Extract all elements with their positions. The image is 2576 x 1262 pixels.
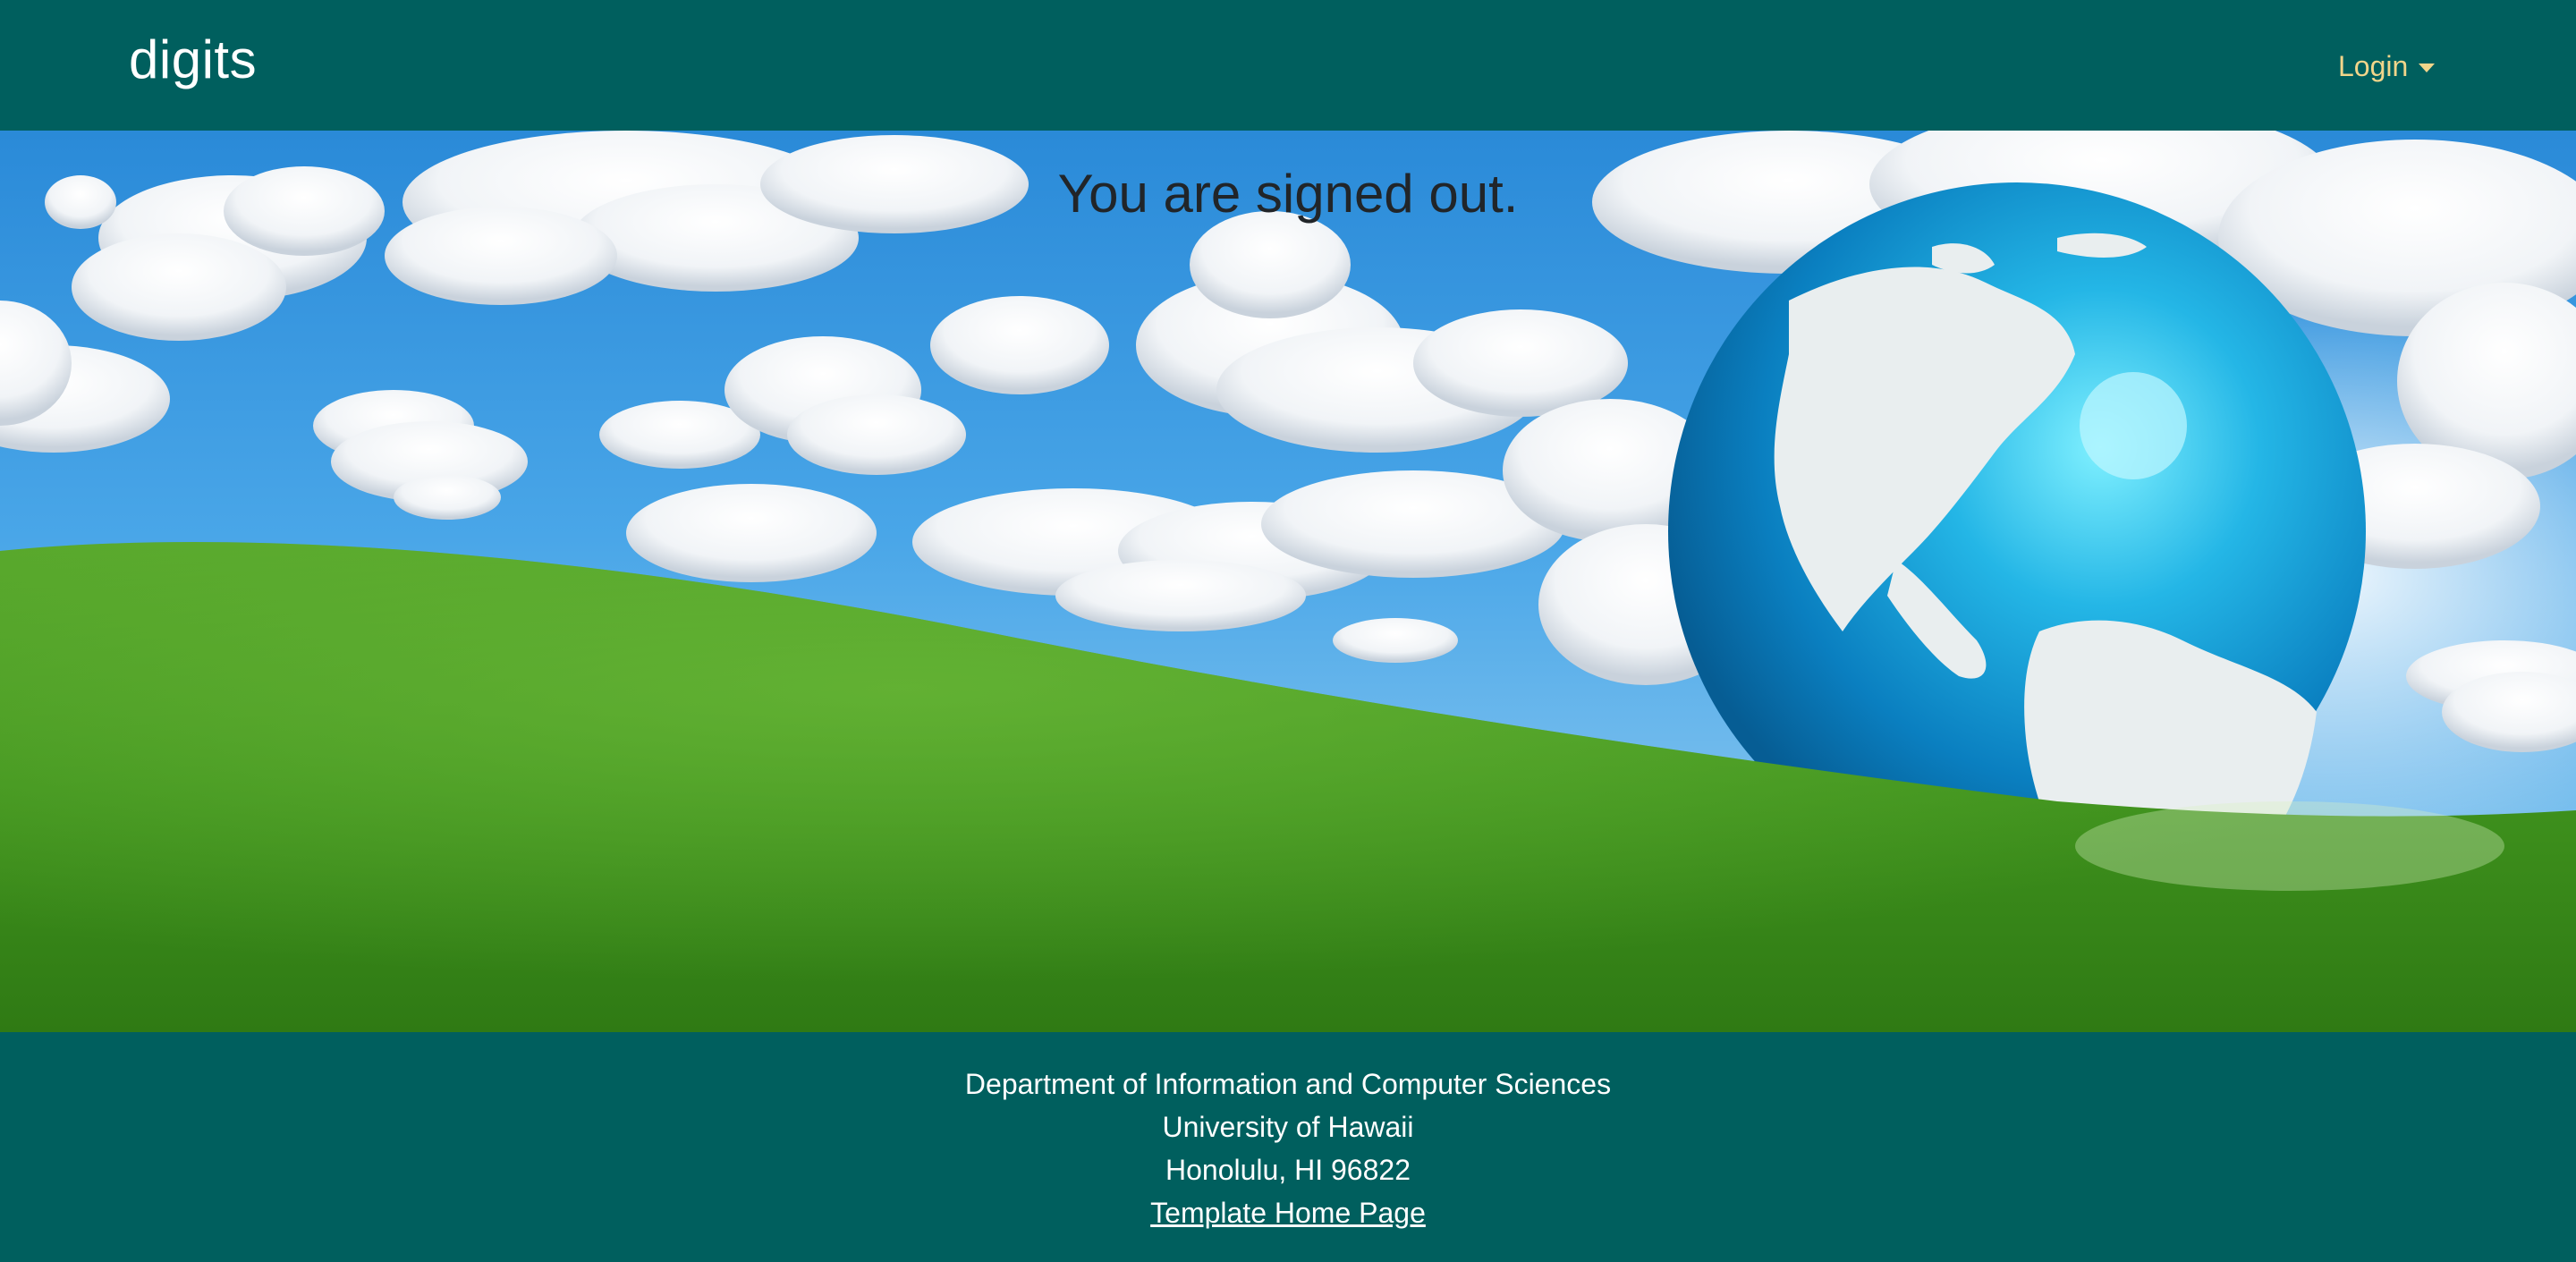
login-dropdown[interactable]: Login: [2338, 47, 2436, 86]
template-home-link[interactable]: Template Home Page: [1150, 1197, 1426, 1229]
page: digits Login You are signed out. Departm…: [0, 0, 2576, 1262]
footer-city: Honolulu, HI 96822: [1165, 1154, 1411, 1186]
chevron-down-icon: [2419, 64, 2436, 72]
top-navbar: digits Login: [0, 0, 2576, 131]
page-footer: Department of Information and Computer S…: [0, 1032, 2576, 1262]
footer-university: University of Hawaii: [1162, 1111, 1414, 1143]
footer-department: Department of Information and Computer S…: [964, 1068, 1612, 1100]
hero-background-image: [0, 131, 2576, 1032]
signed-out-heading: You are signed out.: [1057, 164, 1519, 224]
brand-link[interactable]: digits: [129, 29, 257, 91]
login-label: Login: [2338, 50, 2409, 82]
hero-section: You are signed out.: [0, 131, 2576, 1032]
